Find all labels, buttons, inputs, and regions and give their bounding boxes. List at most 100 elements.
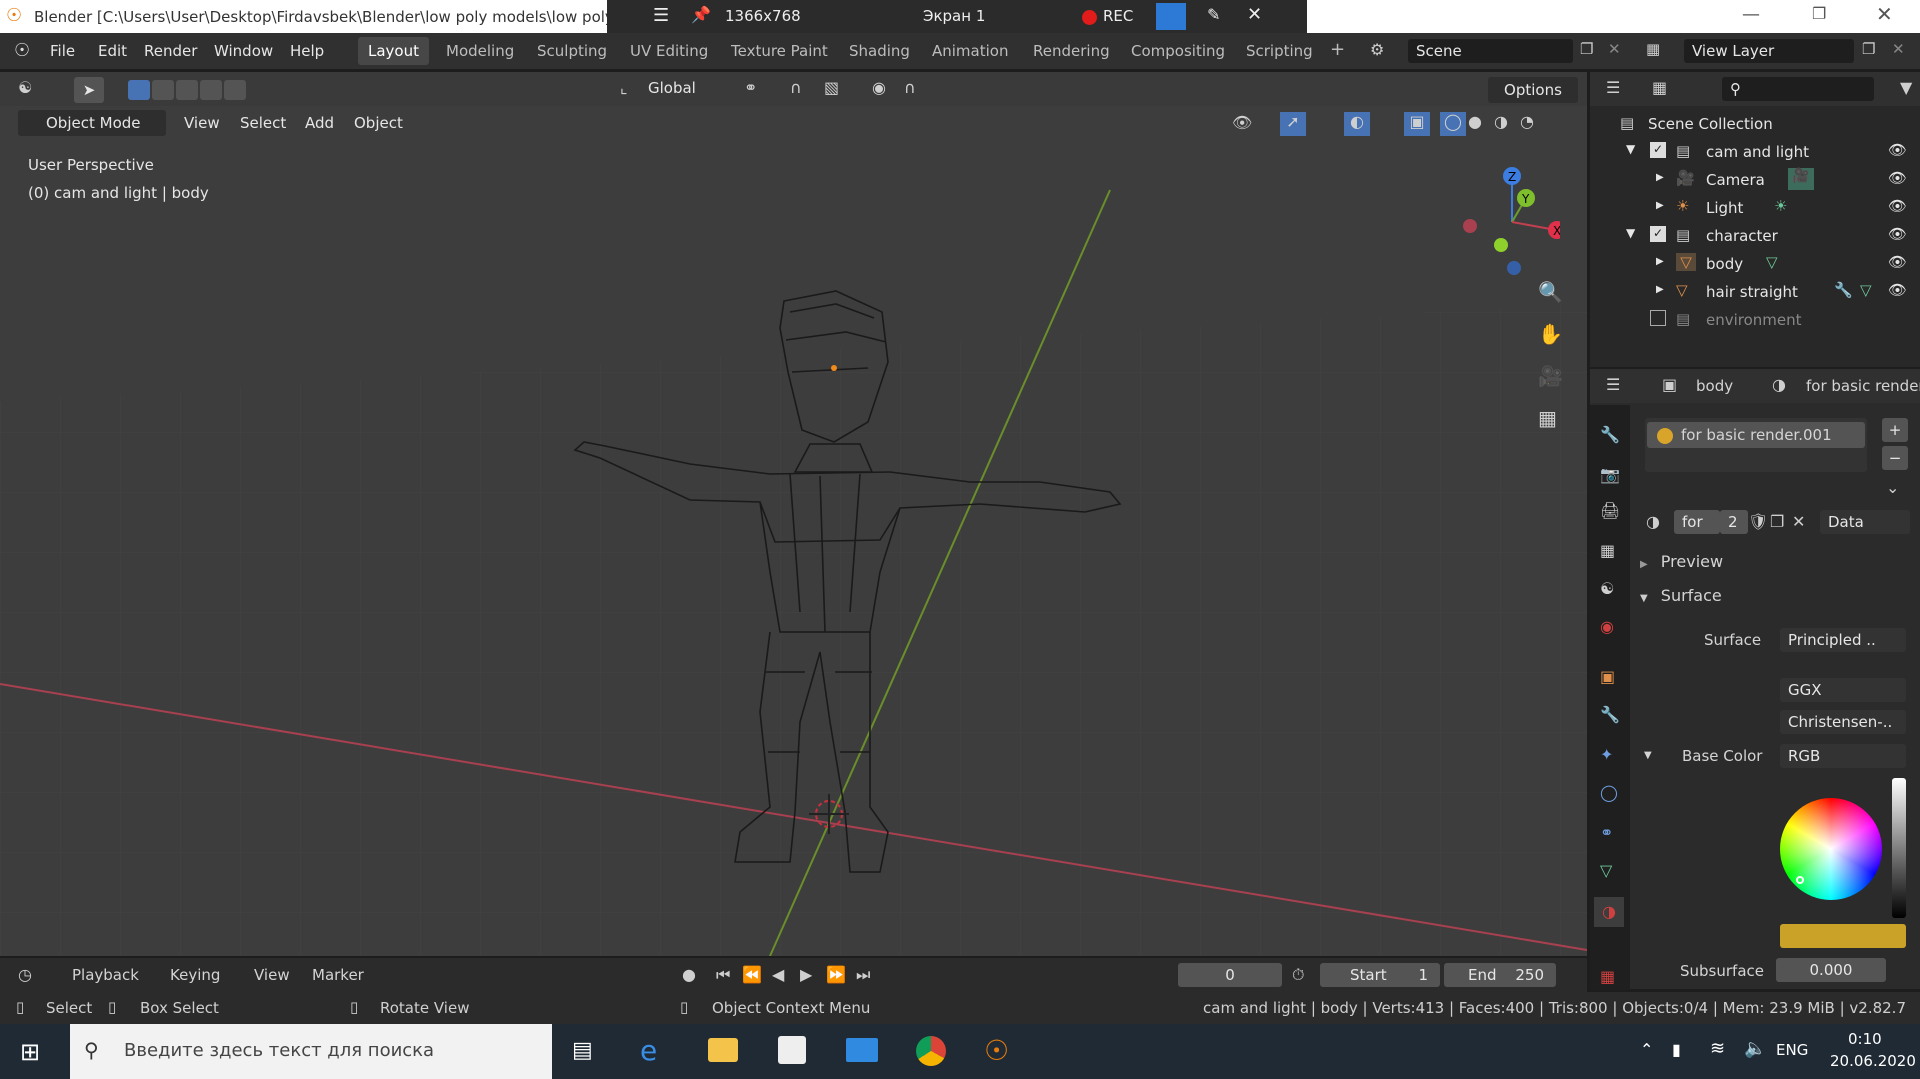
- camera-view-icon[interactable]: 🎥: [1538, 364, 1563, 388]
- mail-icon[interactable]: [846, 1038, 878, 1062]
- menu-timeline-view[interactable]: View: [254, 966, 290, 984]
- pan-hand-icon[interactable]: ✋: [1538, 322, 1563, 346]
- unlink-material-icon[interactable]: ✕: [1792, 512, 1805, 531]
- base-color-mode-dropdown[interactable]: RGB: [1780, 744, 1906, 768]
- fake-user-icon[interactable]: 🛡: [1748, 512, 1768, 531]
- distribution-dropdown[interactable]: GGX: [1780, 678, 1906, 702]
- menu-object[interactable]: Object: [354, 114, 403, 132]
- properties-editor-icon[interactable]: ☰: [1606, 375, 1620, 394]
- expand-arrow-icon[interactable]: ▼: [1626, 226, 1635, 240]
- menu-file[interactable]: File: [50, 42, 75, 60]
- jump-next-keyframe-icon[interactable]: ⏩: [826, 965, 846, 984]
- light-data-icon[interactable]: ☀: [1774, 197, 1787, 215]
- battery-icon[interactable]: ▮: [1672, 1040, 1681, 1059]
- duplicate-material-icon[interactable]: ❐: [1770, 512, 1784, 531]
- tab-uv-editing[interactable]: UV Editing: [620, 37, 718, 65]
- snap-icon[interactable]: ∩: [790, 78, 802, 97]
- tool-tab-icon[interactable]: 🔧: [1600, 425, 1620, 444]
- outliner-search-input[interactable]: ⚲: [1722, 77, 1874, 101]
- eye-icon[interactable]: 👁: [1888, 141, 1907, 159]
- tab-rendering[interactable]: Rendering: [1023, 37, 1120, 65]
- add-workspace-icon[interactable]: +: [1330, 39, 1345, 60]
- menu-marker[interactable]: Marker: [312, 966, 364, 984]
- eye-icon[interactable]: 👁: [1888, 197, 1907, 215]
- outliner-row-hair-straight[interactable]: ▶ ▽ hair straight 🔧 ▽ 👁: [1590, 278, 1920, 306]
- zoom-icon[interactable]: 🔍: [1538, 280, 1563, 304]
- material-shading-icon[interactable]: ◑: [1494, 112, 1508, 131]
- mode-dropdown[interactable]: Object Mode: [18, 110, 166, 136]
- new-view-layer-icon[interactable]: ❐: [1862, 40, 1875, 58]
- solid-shading-icon[interactable]: ●: [1468, 112, 1482, 131]
- menu-keying[interactable]: Keying: [170, 966, 220, 984]
- view-layer-icon[interactable]: ▦: [1646, 40, 1660, 58]
- blender-menu-icon[interactable]: ☉: [14, 40, 30, 61]
- brightness-slider[interactable]: [1892, 778, 1906, 918]
- outliner-row-environment[interactable]: ▤ environment: [1590, 306, 1920, 334]
- file-explorer-icon[interactable]: [708, 1038, 738, 1062]
- menu-add[interactable]: Add: [305, 114, 334, 132]
- expand-arrow-icon[interactable]: ▼: [1644, 750, 1652, 761]
- viewport-canvas[interactable]: [0, 72, 1587, 956]
- menu-view[interactable]: View: [184, 114, 220, 132]
- tab-modeling[interactable]: Modeling: [436, 37, 524, 65]
- tab-scripting[interactable]: Scripting: [1236, 37, 1323, 65]
- menu-select[interactable]: Select: [240, 114, 286, 132]
- menu-render[interactable]: Render: [144, 42, 197, 60]
- base-color-swatch[interactable]: [1780, 924, 1906, 948]
- constraints-tab-icon[interactable]: ⚭: [1600, 823, 1613, 842]
- outliner-editor-icon[interactable]: ☰: [1606, 78, 1620, 97]
- tray-chevron-icon[interactable]: ⌃: [1640, 1040, 1653, 1059]
- data-tab-icon[interactable]: ▽: [1600, 861, 1612, 880]
- language-indicator[interactable]: ENG: [1776, 1041, 1808, 1059]
- jump-end-icon[interactable]: ⏭: [856, 965, 870, 985]
- color-wheel[interactable]: [1780, 798, 1882, 900]
- expand-arrow-icon[interactable]: ▶: [1656, 200, 1664, 211]
- rec-button[interactable]: REC: [1103, 7, 1133, 25]
- menu-window[interactable]: Window: [214, 42, 273, 60]
- record-keyframe-icon[interactable]: ●: [682, 965, 696, 984]
- material-link-dropdown[interactable]: Data: [1820, 510, 1910, 534]
- windows-start-icon[interactable]: ⊞: [20, 1038, 40, 1066]
- store-icon[interactable]: [778, 1036, 806, 1064]
- view-layer-field[interactable]: View Layer: [1684, 39, 1854, 63]
- scene-tab-icon[interactable]: ☯: [1600, 579, 1614, 598]
- eye-icon[interactable]: 👁: [1888, 225, 1907, 243]
- material-tab-icon[interactable]: ◑: [1594, 897, 1624, 927]
- jump-start-icon[interactable]: ⏮: [716, 965, 730, 985]
- wireframe-shading-icon[interactable]: ◯: [1440, 112, 1466, 136]
- eye-icon[interactable]: 👁: [1888, 169, 1907, 187]
- transform-orientation-icon[interactable]: ⌞: [620, 78, 628, 97]
- expand-arrow-icon[interactable]: ▶: [1656, 172, 1664, 183]
- stopwatch-icon[interactable]: ⏱: [1292, 965, 1304, 985]
- ortho-toggle-icon[interactable]: ▦: [1538, 406, 1557, 430]
- maximize-button[interactable]: ❐: [1812, 4, 1826, 23]
- menu-playback[interactable]: Playback: [72, 966, 139, 984]
- navigation-gizmo[interactable]: Z Y X: [1440, 160, 1560, 280]
- outliner-row-light[interactable]: ▶ ☀ Light ☀ 👁: [1590, 194, 1920, 222]
- visibility-icon[interactable]: 👁: [1232, 113, 1252, 132]
- close-button[interactable]: ✕: [1876, 2, 1893, 26]
- scene-field[interactable]: Scene: [1408, 39, 1573, 63]
- tab-sculpting[interactable]: Sculpting: [527, 37, 617, 65]
- modifier-tab-icon[interactable]: 🔧: [1600, 705, 1620, 724]
- gizmo-neg-x-icon[interactable]: [1463, 219, 1477, 233]
- rendered-shading-icon[interactable]: ◔: [1520, 112, 1534, 131]
- xray-toggle-icon[interactable]: ▣: [1404, 112, 1430, 136]
- end-frame-field[interactable]: End 250: [1444, 963, 1556, 987]
- checkbox-icon[interactable]: [1650, 310, 1666, 326]
- expand-arrow-icon[interactable]: ▼: [1626, 142, 1635, 156]
- taskbar-search-box[interactable]: ⚲ Введите здесь текст для поиска: [70, 1024, 552, 1079]
- recorder-close-icon[interactable]: ✕: [1247, 4, 1262, 25]
- blender-taskbar-icon[interactable]: ☉: [984, 1034, 1009, 1067]
- remove-slot-button[interactable]: −: [1882, 446, 1908, 470]
- gizmo-toggle-icon[interactable]: ➚: [1280, 112, 1306, 136]
- wifi-icon[interactable]: ≋: [1710, 1038, 1725, 1059]
- pin-icon[interactable]: 📌: [691, 5, 711, 24]
- delete-scene-icon[interactable]: ✕: [1608, 40, 1621, 58]
- expand-arrow-icon[interactable]: ▶: [1656, 256, 1664, 267]
- orientation-dropdown[interactable]: Global: [648, 79, 696, 97]
- menu-icon[interactable]: ☰: [653, 5, 669, 26]
- material-browse-icon[interactable]: ◑: [1646, 512, 1660, 531]
- subsurface-value-field[interactable]: 0.000: [1776, 958, 1886, 982]
- texture-tab-icon[interactable]: ▦: [1600, 967, 1615, 986]
